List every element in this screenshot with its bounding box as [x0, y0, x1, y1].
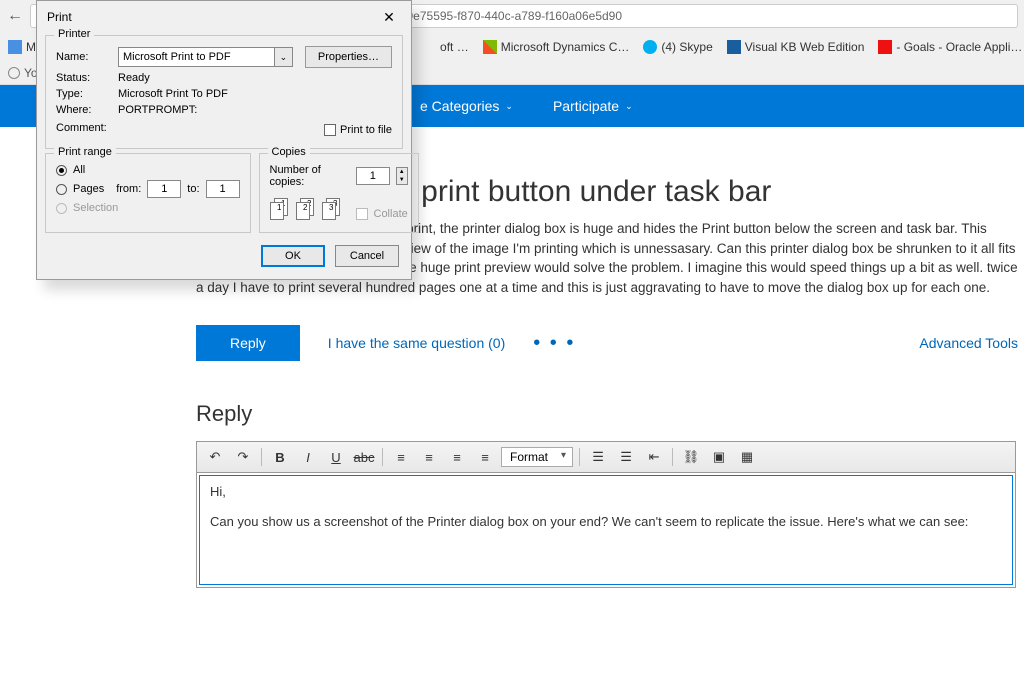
advanced-tools-link[interactable]: Advanced Tools	[919, 335, 1024, 351]
editor-line: Hi,	[210, 484, 1002, 499]
undo-button[interactable]: ↶	[203, 446, 227, 468]
ok-button[interactable]: OK	[261, 245, 325, 267]
bookmark-visualkb[interactable]: Visual KB Web Edition	[727, 40, 865, 54]
where-value: PORTPROMPT:	[118, 104, 197, 116]
chevron-down-icon[interactable]: ⌄	[274, 48, 292, 66]
properties-button[interactable]: Properties…	[305, 46, 392, 68]
type-label: Type:	[56, 88, 112, 100]
comment-label: Comment:	[56, 122, 112, 134]
kb-icon	[727, 40, 741, 54]
ms-icon	[483, 40, 497, 54]
editor-line: Can you show us a screenshot of the Prin…	[210, 514, 1002, 529]
nav-participate[interactable]: Participate⌄	[553, 98, 633, 114]
copies-group: Copies Number of copies: ▲▼ 11 22 33 Col…	[259, 153, 419, 233]
close-button[interactable]: ✕	[377, 7, 401, 27]
link-button[interactable]: ⛓	[679, 446, 703, 468]
printer-legend: Printer	[54, 28, 94, 40]
redo-button[interactable]: ↷	[231, 446, 255, 468]
reply-button[interactable]: Reply	[196, 325, 300, 361]
bullet-list-button[interactable]: ☰	[586, 446, 610, 468]
editor-toolbar: ↶ ↷ B I U abc ≡ ≡ ≡ ≡ Format ☰ ☰ ⇤ ⛓ ▣ ▦	[197, 442, 1015, 473]
thread-actions: Reply I have the same question (0) • • •…	[196, 325, 1024, 361]
print-dialog: Print ✕ Printer Name: Microsoft Print to…	[36, 0, 412, 280]
print-range-group: Print range All Pages from: to: Selectio…	[45, 153, 251, 233]
bookmark-skype[interactable]: (4) Skype	[643, 40, 712, 54]
radio-selection	[56, 203, 67, 214]
image-button[interactable]: ▣	[707, 446, 731, 468]
dialog-titlebar: Print ✕	[37, 1, 411, 31]
number-list-button[interactable]: ☰	[614, 446, 638, 468]
radio-pages[interactable]	[56, 184, 67, 195]
bookmark-msoft[interactable]: oft …	[440, 40, 469, 54]
print-to-file-checkbox[interactable]	[324, 124, 336, 136]
underline-button[interactable]: U	[324, 446, 348, 468]
printer-select[interactable]: Microsoft Print to PDF ⌄	[118, 47, 293, 67]
name-label: Name:	[56, 51, 112, 63]
align-right-button[interactable]: ≡	[445, 446, 469, 468]
align-center-button[interactable]: ≡	[417, 446, 441, 468]
collate-checkbox	[356, 208, 368, 220]
where-label: Where:	[56, 104, 112, 116]
status-label: Status:	[56, 72, 112, 84]
oracle-icon	[878, 40, 892, 54]
format-select[interactable]: Format	[501, 447, 573, 467]
dialog-buttons: OK Cancel	[37, 237, 411, 279]
italic-button[interactable]: I	[296, 446, 320, 468]
globe-icon	[8, 67, 20, 79]
reply-heading: Reply	[196, 401, 1024, 427]
radio-all[interactable]	[56, 165, 67, 176]
same-question-link[interactable]: I have the same question (0)	[328, 335, 505, 351]
cancel-button[interactable]: Cancel	[335, 245, 399, 267]
skype-icon	[643, 40, 657, 54]
nav-categories[interactable]: e Categories⌄	[420, 98, 513, 114]
more-menu[interactable]: • • •	[533, 332, 575, 355]
chevron-down-icon: ⌄	[625, 101, 633, 112]
strikethrough-button[interactable]: abc	[352, 446, 376, 468]
bookmark-oracle[interactable]: - Goals - Oracle Appli…	[878, 40, 1022, 54]
copies-legend: Copies	[268, 146, 310, 158]
collate-preview: 11 22 33	[270, 198, 344, 220]
editor-textarea[interactable]: Hi, Can you show us a screenshot of the …	[199, 475, 1013, 585]
back-button[interactable]: ←	[6, 7, 24, 25]
printer-group: Printer Name: Microsoft Print to PDF ⌄ P…	[45, 35, 403, 149]
reply-editor: ↶ ↷ B I U abc ≡ ≡ ≡ ≡ Format ☰ ☰ ⇤ ⛓ ▣ ▦…	[196, 441, 1016, 588]
range-legend: Print range	[54, 146, 116, 158]
type-value: Microsoft Print To PDF	[118, 88, 228, 100]
align-justify-button[interactable]: ≡	[473, 446, 497, 468]
copies-spinner[interactable]: ▲▼	[396, 167, 408, 185]
outdent-button[interactable]: ⇤	[642, 446, 666, 468]
grid-icon	[8, 40, 22, 54]
bold-button[interactable]: B	[268, 446, 292, 468]
pages-to-input[interactable]	[206, 180, 240, 198]
table-button[interactable]: ▦	[735, 446, 759, 468]
bookmark-dynamics[interactable]: Microsoft Dynamics C…	[483, 40, 630, 54]
copies-input[interactable]	[356, 167, 390, 185]
align-left-button[interactable]: ≡	[389, 446, 413, 468]
status-value: Ready	[118, 72, 150, 84]
chevron-down-icon: ⌄	[505, 101, 513, 112]
pages-from-input[interactable]	[147, 180, 181, 198]
print-to-file-label: Print to file	[340, 124, 392, 136]
dialog-title: Print	[47, 10, 72, 24]
